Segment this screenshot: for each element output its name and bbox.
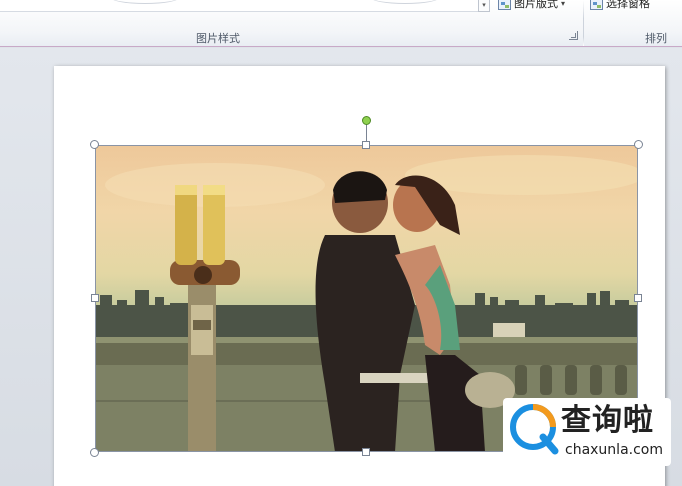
resize-handle-top[interactable] — [362, 141, 370, 149]
picture-layout-icon — [498, 0, 511, 10]
dialog-launcher-icon[interactable] — [569, 31, 578, 40]
resize-handle-bottom[interactable] — [362, 448, 370, 456]
watermark-text: 查询啦 — [561, 403, 654, 438]
resize-handle-bottom-left[interactable] — [90, 448, 99, 457]
resize-handle-left[interactable] — [91, 294, 99, 302]
rotate-handle-icon[interactable] — [362, 116, 371, 125]
chevron-down-icon: ▾ — [561, 0, 566, 8]
ribbon: ▾ 图片版式 ▾ 选择窗格 图片样式 排列 — [0, 0, 682, 47]
picture-layout-button[interactable]: 图片版式 ▾ — [498, 0, 565, 11]
watermark-domain: chaxunla.com — [565, 442, 663, 458]
gallery-style-thumbnail[interactable] — [370, 0, 440, 4]
selection-pane-icon — [590, 0, 603, 10]
selection-pane-button[interactable]: 选择窗格 — [590, 0, 650, 11]
gallery-style-thumbnail[interactable] — [110, 0, 180, 4]
picture-layout-label: 图片版式 — [514, 0, 558, 10]
watermark-logo-icon — [510, 404, 559, 455]
picture-styles-group-label: 图片样式 — [196, 32, 240, 45]
resize-handle-top-right[interactable] — [634, 140, 643, 149]
resize-handle-top-left[interactable] — [90, 140, 99, 149]
picture-styles-gallery[interactable] — [0, 0, 490, 12]
watermark: 查询啦 chaxunla.com — [503, 398, 671, 466]
arrange-group-label: 排列 — [645, 32, 667, 45]
resize-handle-right[interactable] — [634, 294, 642, 302]
gallery-more-button[interactable]: ▾ — [478, 0, 490, 12]
selection-pane-label: 选择窗格 — [606, 0, 650, 10]
group-separator — [583, 0, 584, 46]
